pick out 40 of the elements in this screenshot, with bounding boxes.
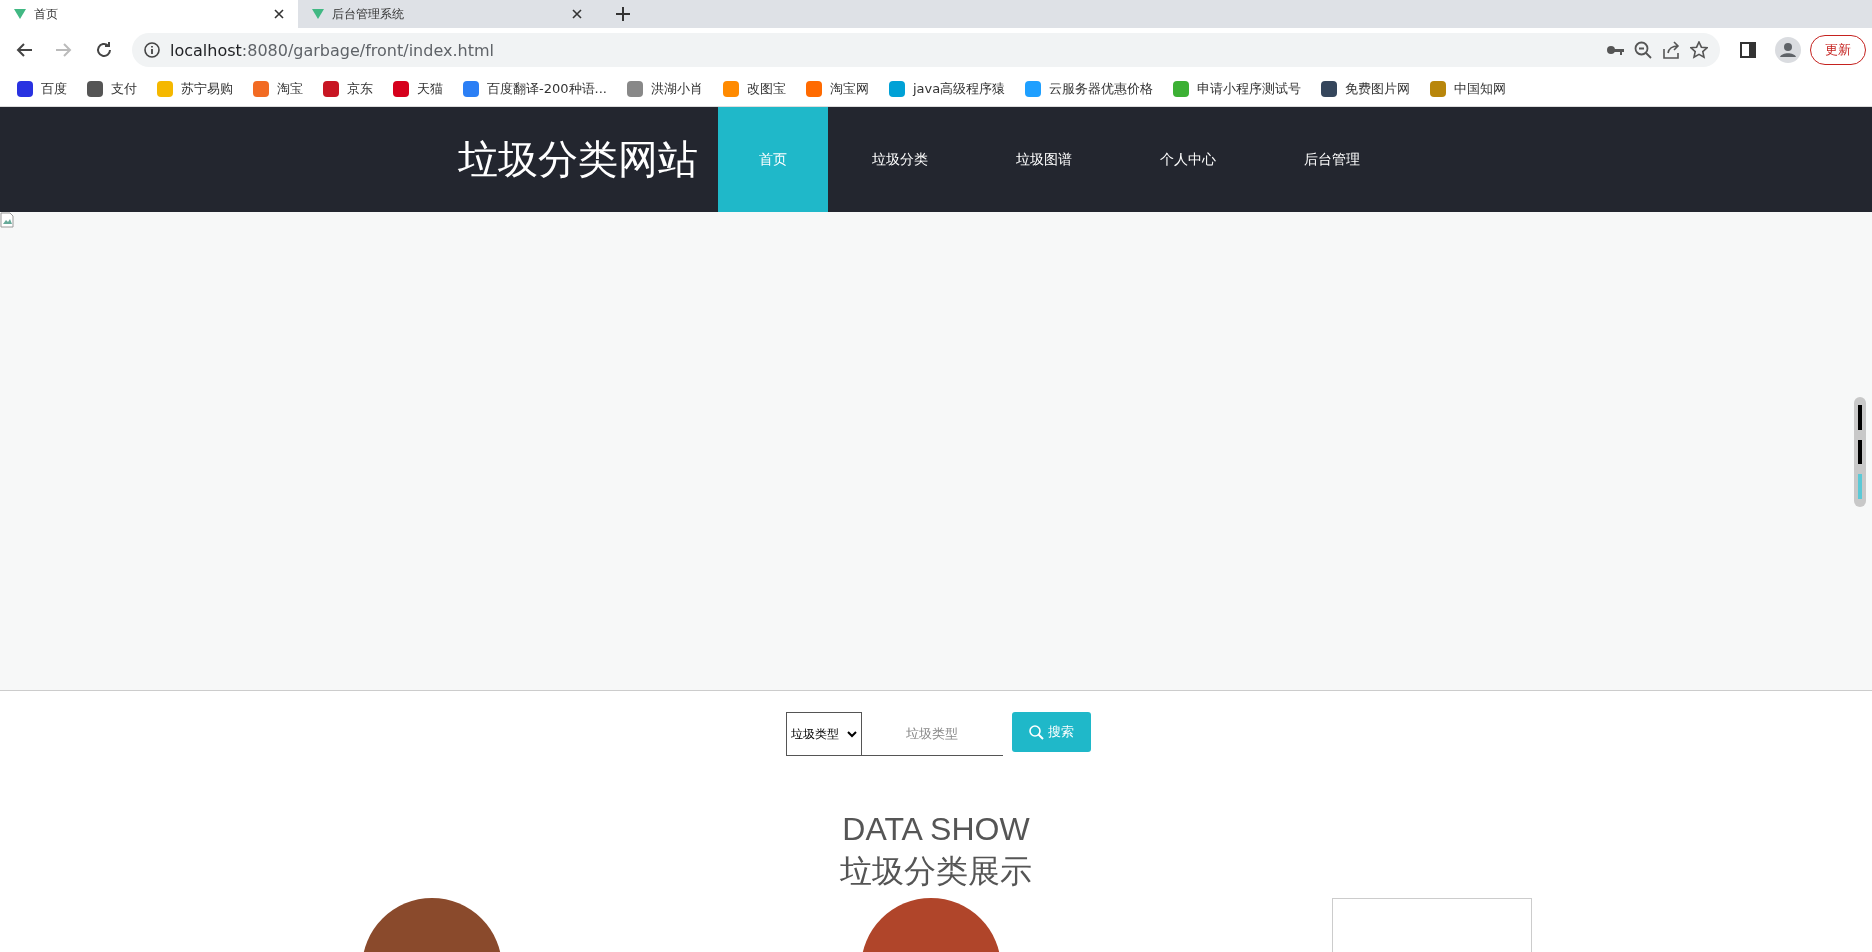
bookmark[interactable]: 淘宝网 [796,76,878,102]
vue-logo-icon [14,9,26,19]
section-title: DATA SHOW [841,810,1031,849]
bookmark[interactable]: 支付 [78,76,146,102]
zoom-out-icon[interactable] [1634,41,1652,59]
nav-item[interactable]: 个人中心 [1116,107,1260,212]
bookmark[interactable]: java高级程序猿 [879,76,1015,102]
star-icon[interactable] [1690,41,1708,59]
type-select[interactable]: 垃圾类型 [785,712,862,756]
url-text: localhost:8080/garbage/front/index.html [170,40,495,60]
close-icon[interactable] [274,9,284,19]
nav-item[interactable]: 垃圾图谱 [972,107,1116,212]
bookmark[interactable]: 百度 [8,76,76,102]
section-subtitle: 垃圾分类展示 [839,852,1033,891]
bookmark[interactable]: 苏宁易购 [148,76,242,102]
bookmark[interactable]: 中国知网 [1421,76,1516,102]
search-icon [1028,724,1044,740]
nav-item[interactable]: 后台管理 [1260,107,1404,212]
bookmark[interactable]: 申请小程序测试号 [1164,76,1311,102]
bookmark[interactable]: 改图宝 [713,76,795,102]
site-logo: 垃圾分类网站 [458,135,698,184]
info-icon[interactable] [144,42,160,58]
close-icon[interactable] [572,9,582,19]
browser-tab[interactable]: 后台管理系统 [298,0,596,28]
bookmark[interactable]: 京东 [314,76,382,102]
bookmark[interactable]: 淘宝 [244,76,312,102]
bookmark[interactable]: 洪湖小肖 [617,76,712,102]
caret-icon [846,730,857,738]
nav-item[interactable]: 垃圾分类 [828,107,972,212]
update-button[interactable]: 更新 [1810,35,1866,65]
bookmark[interactable]: 天猫 [384,76,452,102]
browser-tab[interactable]: 首页 [0,0,298,28]
key-icon[interactable] [1606,44,1624,56]
bookmark[interactable]: 百度翻译-200种语... [454,76,616,102]
bookmark[interactable]: 免费图片网 [1312,76,1420,102]
share-icon[interactable] [1662,41,1680,59]
plus-icon[interactable] [616,7,630,21]
bookmark[interactable]: 云服务器优惠价格 [1016,76,1163,102]
vue-logo-icon [312,9,324,19]
address-bar[interactable]: localhost:8080/garbage/front/index.html [132,33,1720,67]
